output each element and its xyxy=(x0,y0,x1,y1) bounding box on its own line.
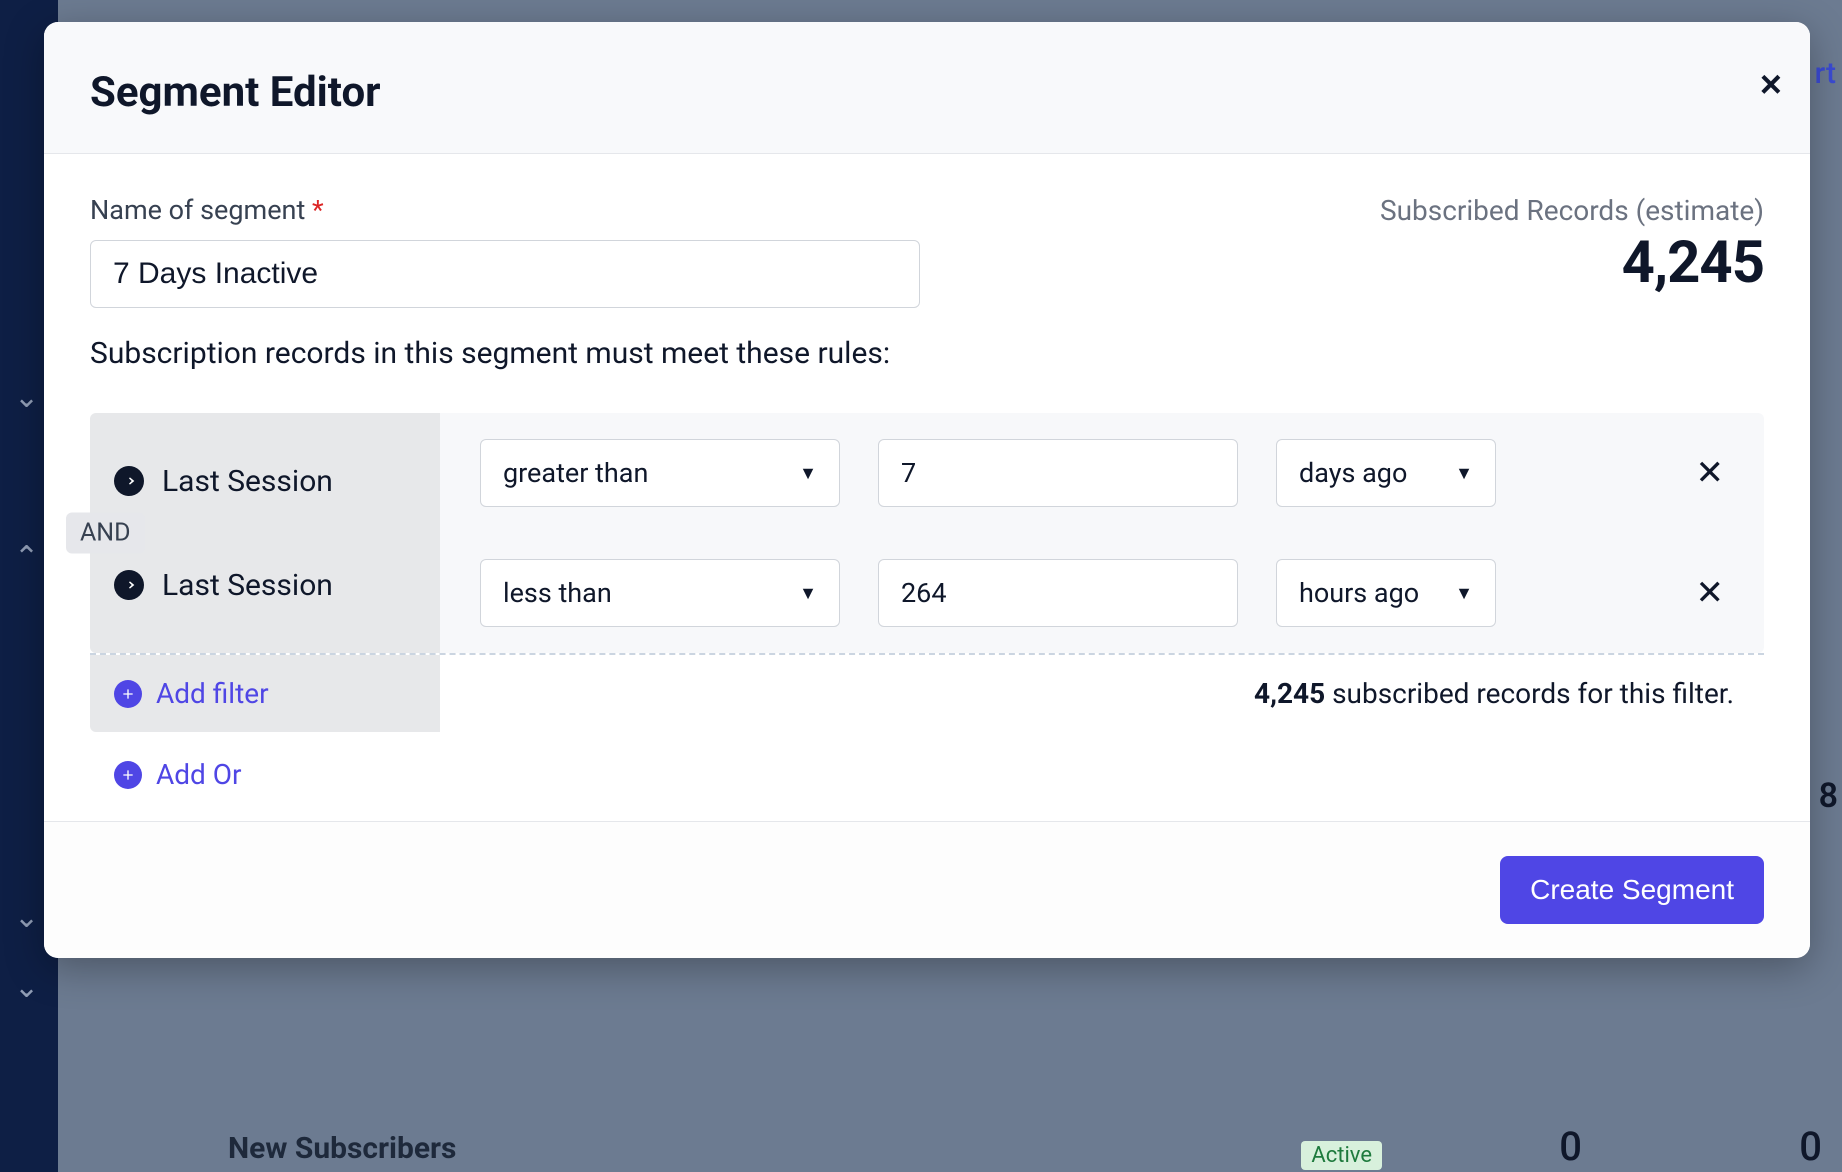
required-star-icon: * xyxy=(312,194,324,226)
bg-text-8: 8 xyxy=(1819,776,1838,816)
top-row: Name of segment * Subscribed Records (es… xyxy=(90,194,1764,308)
value-input-0[interactable]: 7 xyxy=(878,439,1238,507)
arrow-right-circle-icon xyxy=(114,466,144,496)
plus-circle-icon xyxy=(114,761,142,789)
arrow-right-circle-icon xyxy=(114,570,144,600)
operator-select-0[interactable]: greater than ▼ xyxy=(480,439,840,507)
rule-row-0: greater than ▼ 7 days ago ▼ ✕ xyxy=(440,413,1764,533)
chevron-down-icon: ▼ xyxy=(1455,463,1473,484)
modal-header: Segment Editor × xyxy=(44,22,1810,154)
segment-name-input[interactable] xyxy=(90,240,920,308)
add-or-button[interactable]: Add Or xyxy=(90,758,1764,791)
bg-chevron-down-icon-3: ⌄ xyxy=(14,970,39,1005)
operator-select-1[interactable]: less than ▼ xyxy=(480,559,840,627)
close-icon: ✕ xyxy=(1696,574,1725,612)
filter-count-text: 4,245 subscribed records for this filter… xyxy=(440,657,1764,730)
and-badge: AND xyxy=(66,513,145,554)
filter-label-column: Last Session AND Last Session xyxy=(90,413,440,653)
add-filter-label: Add filter xyxy=(156,677,269,710)
filter-count-suffix: subscribed records for this filter. xyxy=(1325,677,1734,710)
bg-active-tag: Active xyxy=(1301,1141,1382,1170)
chevron-down-icon: ▼ xyxy=(799,583,817,604)
segment-editor-modal: Segment Editor × Name of segment * Subsc… xyxy=(44,22,1810,958)
operator-value-0: greater than xyxy=(503,457,648,489)
close-icon: × xyxy=(1760,64,1782,106)
name-of-segment-label: Name of segment * xyxy=(90,194,920,226)
filter-field-label-0: Last Session xyxy=(162,464,333,499)
value-text-1: 264 xyxy=(901,577,947,609)
value-input-1[interactable]: 264 xyxy=(878,559,1238,627)
filter-field-label-1: Last Session xyxy=(162,568,333,603)
unit-value-1: hours ago xyxy=(1299,577,1419,609)
rules-intro-text: Subscription records in this segment mus… xyxy=(90,336,1764,371)
bg-new-subscribers: New Subscribers xyxy=(228,1131,456,1166)
unit-value-0: days ago xyxy=(1299,457,1407,489)
chevron-down-icon: ▼ xyxy=(1455,583,1473,604)
name-column: Name of segment * xyxy=(90,194,920,308)
bg-chevron-down-icon-2: ⌄ xyxy=(14,900,39,935)
bg-zero-2: 0 xyxy=(1799,1123,1822,1170)
bg-chevron-up-icon: ⌃ xyxy=(14,540,39,575)
unit-select-0[interactable]: days ago ▼ xyxy=(1276,439,1496,507)
bg-chevron-down-icon: ⌄ xyxy=(14,380,39,415)
remove-rule-button-1[interactable]: ✕ xyxy=(1686,573,1735,613)
modal-footer: Create Segment xyxy=(44,821,1810,958)
estimate-value: 4,245 xyxy=(1380,229,1764,297)
rule-row-1: less than ▼ 264 hours ago ▼ ✕ xyxy=(440,533,1764,653)
close-icon: ✕ xyxy=(1696,454,1725,492)
bg-zero-1: 0 xyxy=(1559,1123,1582,1170)
filter-footer: Add filter 4,245 subscribed records for … xyxy=(90,653,1764,732)
add-or-label: Add Or xyxy=(156,758,242,791)
create-segment-button[interactable]: Create Segment xyxy=(1500,856,1764,924)
estimate-column: Subscribed Records (estimate) 4,245 xyxy=(1380,194,1764,297)
remove-rule-button-0[interactable]: ✕ xyxy=(1686,453,1735,493)
bg-text-rt: rt xyxy=(1815,56,1836,91)
operator-value-1: less than xyxy=(503,577,612,609)
modal-body: Name of segment * Subscribed Records (es… xyxy=(44,154,1810,821)
modal-title: Segment Editor xyxy=(90,68,1764,117)
plus-circle-icon xyxy=(114,680,142,708)
name-label-text: Name of segment xyxy=(90,194,305,226)
filter-inputs-column: greater than ▼ 7 days ago ▼ ✕ xyxy=(440,413,1764,653)
unit-select-1[interactable]: hours ago ▼ xyxy=(1276,559,1496,627)
close-button[interactable]: × xyxy=(1760,66,1782,104)
estimate-label: Subscribed Records (estimate) xyxy=(1380,194,1764,227)
chevron-down-icon: ▼ xyxy=(799,463,817,484)
add-filter-button[interactable]: Add filter xyxy=(90,655,440,732)
filter-count-number: 4,245 xyxy=(1254,677,1325,710)
value-text-0: 7 xyxy=(901,457,916,489)
filter-group: Last Session AND Last Session greater th… xyxy=(90,413,1764,653)
